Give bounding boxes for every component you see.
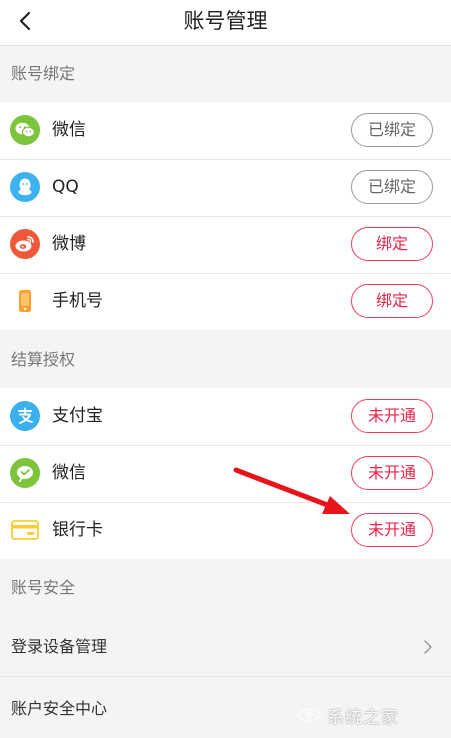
binding-row-phone[interactable]: 手机号 绑定 — [0, 273, 451, 330]
wechat-icon — [10, 115, 40, 145]
bound-status-button[interactable]: 已绑定 — [351, 113, 433, 147]
settlement-list: 支付宝 未开通 微信 未开通 银行卡 未开通 — [0, 388, 451, 559]
binding-row-weibo[interactable]: 微博 绑定 — [0, 216, 451, 273]
phone-icon — [10, 286, 40, 316]
nav-label: 登录设备管理 — [11, 637, 108, 656]
binding-list: 微信 已绑定 QQ 已绑定 微博 绑定 手机号 绑定 — [0, 102, 451, 330]
settlement-label: 微信 — [52, 463, 86, 483]
top-bar: 账号管理 — [0, 0, 451, 46]
settlement-label: 支付宝 — [52, 406, 103, 426]
settlement-row-bank-card[interactable]: 银行卡 未开通 — [0, 502, 451, 559]
chevron-right-icon — [424, 640, 432, 654]
section-header-settlement: 结算授权 — [0, 332, 451, 388]
settlement-label: 银行卡 — [52, 520, 103, 540]
binding-row-qq[interactable]: QQ 已绑定 — [0, 159, 451, 216]
watermark-text: 系统之家 — [327, 707, 399, 728]
binding-label: 微博 — [52, 234, 86, 254]
wechat-pay-icon — [10, 458, 40, 488]
settlement-row-alipay[interactable]: 支付宝 未开通 — [0, 388, 451, 445]
bank-card-icon — [10, 515, 40, 545]
bind-button[interactable]: 绑定 — [351, 227, 433, 261]
alipay-icon — [10, 401, 40, 431]
activate-button[interactable]: 未开通 — [351, 456, 433, 490]
section-header-binding: 账号绑定 — [0, 46, 451, 102]
binding-row-wechat[interactable]: 微信 已绑定 — [0, 102, 451, 159]
bind-button[interactable]: 绑定 — [351, 284, 433, 318]
divider — [0, 676, 451, 677]
activate-button[interactable]: 未开通 — [351, 513, 433, 547]
watermark: 系统之家 — [295, 700, 445, 730]
settlement-row-wechat-pay[interactable]: 微信 未开通 — [0, 445, 451, 502]
qq-icon — [10, 172, 40, 202]
nav-label: 账户安全中心 — [11, 699, 108, 718]
page-title: 账号管理 — [183, 9, 268, 33]
activate-button[interactable]: 未开通 — [351, 399, 433, 433]
binding-label: 微信 — [52, 120, 86, 140]
section-header-security: 账号安全 — [0, 560, 451, 616]
nav-row-device-management[interactable]: 登录设备管理 — [0, 618, 451, 676]
binding-label: 手机号 — [52, 291, 103, 311]
weibo-icon — [10, 229, 40, 259]
watermark-logo-icon — [295, 708, 323, 722]
bound-status-button[interactable]: 已绑定 — [351, 170, 433, 204]
binding-label: QQ — [52, 177, 79, 197]
